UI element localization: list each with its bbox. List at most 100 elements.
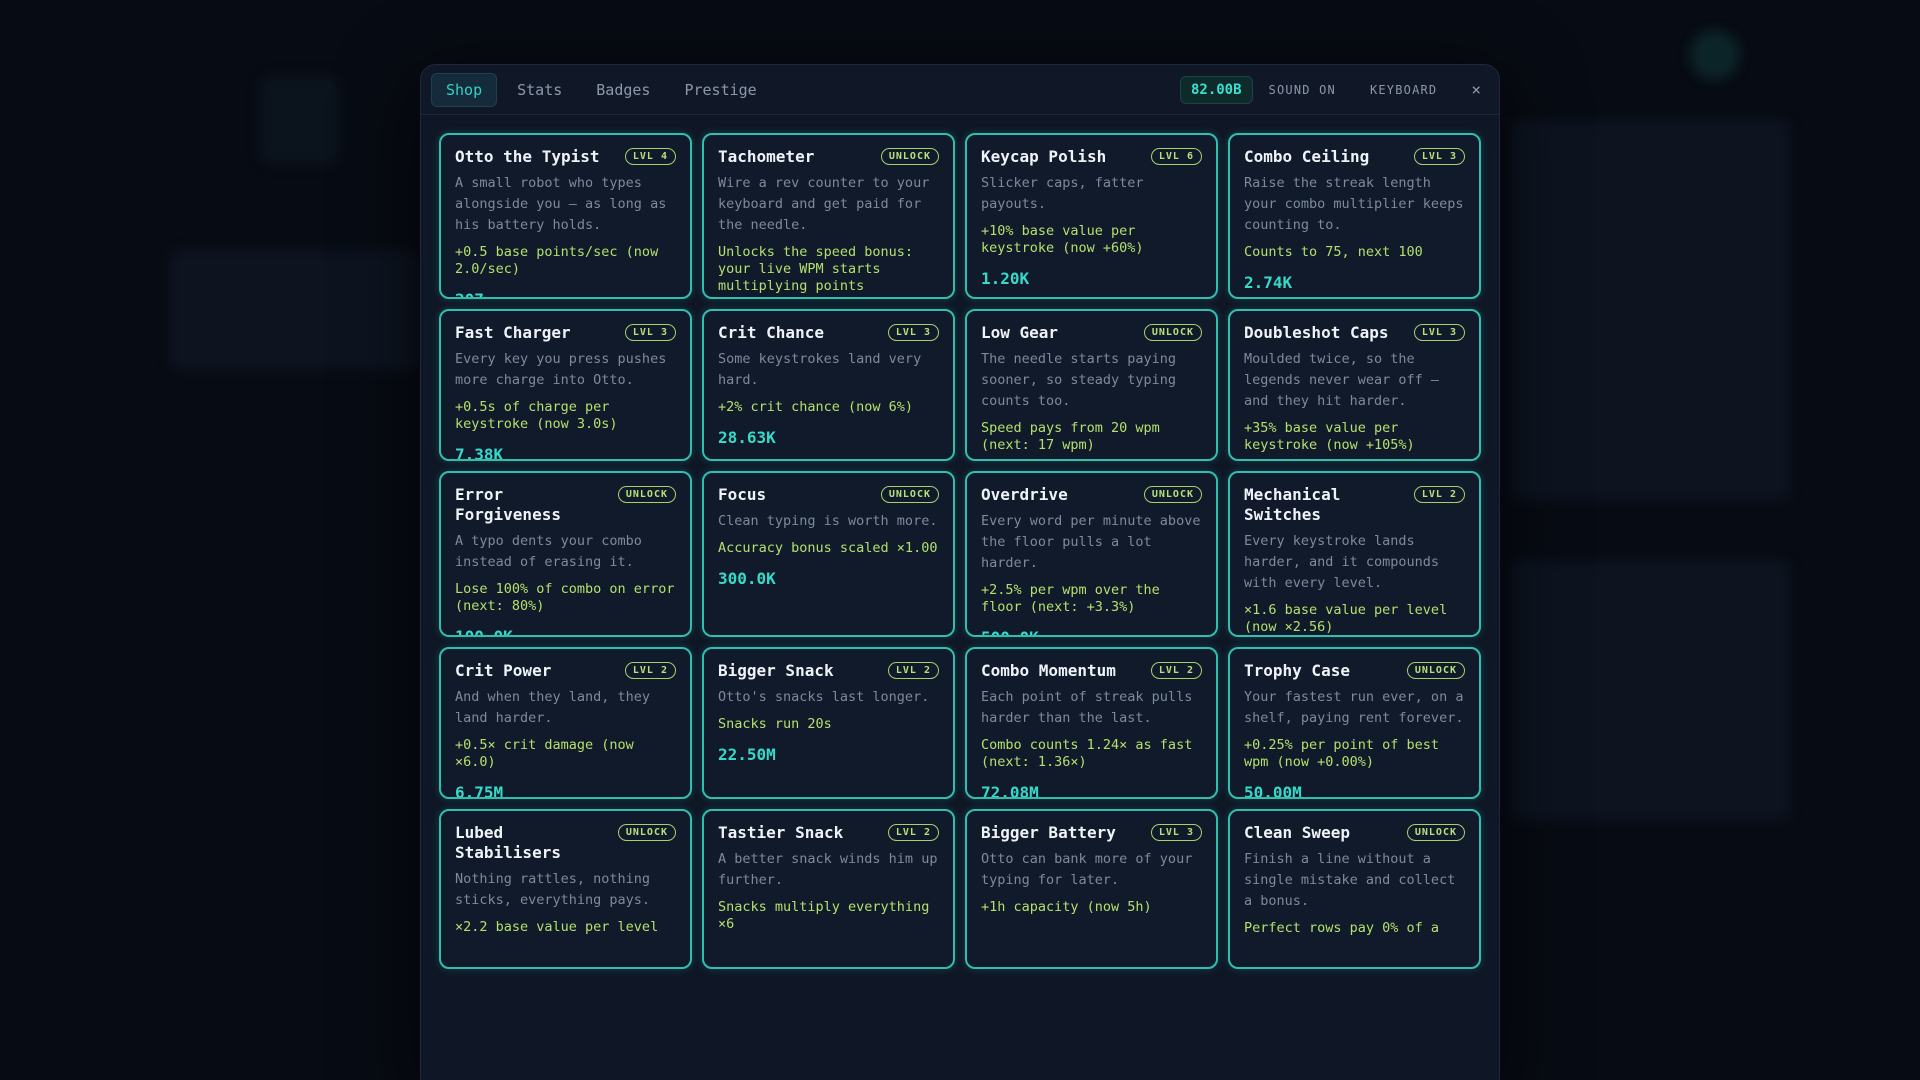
upgrade-name: Mechanical Switches [1244,485,1341,524]
upgrade-card[interactable]: Trophy Case UNLOCK Your fastest run ever… [1228,647,1481,799]
card-header: Error Forgiveness UNLOCK [455,485,676,525]
upgrade-description: Raise the streak length your combo multi… [1244,175,1464,233]
upgrade-card[interactable]: Bigger Snack LVL 2 Otto's snacks last lo… [702,647,955,799]
upgrade-card[interactable]: Tastier Snack LVL 2 A better snack winds… [702,809,955,969]
upgrade-description: Otto can bank more of your typing for la… [981,851,1193,888]
card-header: Fast Charger LVL 3 [455,323,676,343]
upgrade-name: Combo Momentum [981,661,1116,680]
level-badge: UNLOCK [1406,662,1465,679]
upgrade-price: 100.0K [455,627,513,637]
level-badge: LVL 3 [624,324,676,341]
upgrade-name: Trophy Case [1244,661,1350,680]
upgrade-description: And when they land, they land harder. [455,689,651,726]
card-header: Lubed Stabilisers UNLOCK [455,823,676,863]
upgrade-price: 7.38K [455,445,504,461]
keyboard-button[interactable]: KEYBOARD [1370,83,1437,97]
upgrade-card[interactable]: Crit Power LVL 2 And when they land, the… [439,647,692,799]
upgrade-effect: +2.5% per wpm over the floor (next: +3.3… [981,582,1160,615]
card-header: Low Gear UNLOCK [981,323,1202,343]
upgrade-price: 207 [455,290,676,297]
level-badge: UNLOCK [1143,324,1202,341]
bg-otto [260,75,340,165]
upgrade-card[interactable]: Low Gear UNLOCK The needle starts paying… [965,309,1218,461]
card-header: Tastier Snack LVL 2 [718,823,939,843]
upgrade-price: 50.00M [1244,783,1302,799]
bg-accent [1690,30,1740,80]
level-badge: LVL 3 [887,324,939,341]
upgrade-price: 300.0K [718,569,776,588]
upgrade-name: Crit Chance [718,323,824,342]
upgrade-effect: Counts to 75, next 100 [1244,244,1423,260]
upgrade-effect: +0.5× crit damage (now ×6.0) [455,737,634,770]
level-badge: LVL 2 [887,824,939,841]
upgrade-name: Crit Power [455,661,552,680]
upgrade-name: Combo Ceiling [1244,147,1370,166]
upgrade-effect: +0.5s of charge per keystroke (now 3.0s) [455,399,618,432]
level-badge: UNLOCK [880,148,939,165]
bg-panel-right [1510,120,1790,500]
upgrade-description: Every key you press pushes more charge i… [455,351,667,388]
level-badge: LVL 2 [887,662,939,679]
upgrade-effect: +0.25% per point of best wpm (now +0.00%… [1244,737,1440,770]
upgrade-price: 500.0K [981,628,1202,635]
upgrade-effect: Speed pays from 20 wpm (next: 17 wpm) [981,420,1160,453]
upgrade-name: Doubleshot Caps [1244,323,1389,342]
close-icon[interactable]: × [1471,80,1481,99]
card-header: Clean Sweep UNLOCK [1244,823,1465,843]
upgrade-name: Bigger Battery [981,823,1116,842]
card-header: Trophy Case UNLOCK [1244,661,1465,681]
upgrade-card[interactable]: Bigger Battery LVL 3 Otto can bank more … [965,809,1218,969]
sound-toggle-button[interactable]: SOUND ON [1269,83,1336,97]
card-header: Bigger Snack LVL 2 [718,661,939,681]
upgrade-effect: +2% crit chance (now 6%) [718,399,914,415]
upgrade-card[interactable]: Overdrive UNLOCK Every word per minute a… [965,471,1218,637]
upgrade-name: Lubed Stabilisers [455,823,561,862]
upgrade-card[interactable]: Otto the Typist LVL 4 A small robot who … [439,133,692,299]
upgrade-price: 28.63K [718,428,776,447]
upgrade-description: Nothing rattles, nothing sticks, everyth… [455,871,651,908]
tab-prestige[interactable]: Prestige [670,74,770,106]
card-header: Overdrive UNLOCK [981,485,1202,505]
shop-modal: Shop Stats Badges Prestige 82.00B SOUND … [420,64,1500,1080]
upgrade-card[interactable]: Mechanical Switches LVL 2 Every keystrok… [1228,471,1481,637]
upgrade-effect: ×2.2 base value per level [455,919,659,935]
card-header: Crit Chance LVL 3 [718,323,939,343]
upgrade-card[interactable]: Fast Charger LVL 3 Every key you press p… [439,309,692,461]
upgrade-card[interactable]: Doubleshot Caps LVL 3 Moulded twice, so … [1228,309,1481,461]
upgrade-description: Every word per minute above the floor pu… [981,513,1201,571]
shop-topbar: Shop Stats Badges Prestige 82.00B SOUND … [421,65,1499,115]
upgrade-description: Your fastest run ever, on a shelf, payin… [1244,689,1464,726]
tab-stats[interactable]: Stats [503,74,576,106]
upgrade-card[interactable]: Lubed Stabilisers UNLOCK Nothing rattles… [439,809,692,969]
card-header: Mechanical Switches LVL 2 [1244,485,1465,525]
level-badge: UNLOCK [880,486,939,503]
level-badge: LVL 4 [624,148,676,165]
upgrade-description: Wire a rev counter to your keyboard and … [718,175,930,233]
upgrade-card[interactable]: Clean Sweep UNLOCK Finish a line without… [1228,809,1481,969]
upgrade-card[interactable]: Keycap Polish LVL 6 Slicker caps, fatter… [965,133,1218,299]
card-header: Combo Ceiling LVL 3 [1244,147,1465,167]
upgrade-card[interactable]: Crit Chance LVL 3 Some keystrokes land v… [702,309,955,461]
level-badge: UNLOCK [1406,824,1465,841]
card-header: Crit Power LVL 2 [455,661,676,681]
tab-badges[interactable]: Badges [582,74,664,106]
upgrade-card[interactable]: Tachometer UNLOCK Wire a rev counter to … [702,133,955,299]
upgrade-grid: Otto the Typist LVL 4 A small robot who … [439,133,1481,969]
card-header: Bigger Battery LVL 3 [981,823,1202,843]
upgrade-card[interactable]: Combo Momentum LVL 2 Each point of strea… [965,647,1218,799]
tab-shop[interactable]: Shop [431,72,498,107]
upgrade-price: 72.08M [981,783,1039,799]
card-header: Combo Momentum LVL 2 [981,661,1202,681]
upgrade-card[interactable]: Focus UNLOCK Clean typing is worth more.… [702,471,955,637]
upgrade-effect: Snacks multiply everything ×6 [718,899,930,932]
coin-balance: 82.00B [1179,75,1253,104]
upgrade-effect: ×1.6 base value per level (now ×2.56) [1244,602,1448,635]
upgrade-description: A typo dents your combo instead of erasi… [455,533,642,570]
upgrade-effect: Accuracy bonus scaled ×1.00 [718,540,938,556]
upgrade-card[interactable]: Combo Ceiling LVL 3 Raise the streak len… [1228,133,1481,299]
upgrade-effect: +0.5 base points/sec (now 2.0/sec) [455,244,659,277]
upgrade-card[interactable]: Error Forgiveness UNLOCK A typo dents yo… [439,471,692,637]
upgrade-name: Error Forgiveness [455,485,561,524]
upgrade-name: Clean Sweep [1244,823,1350,842]
upgrade-price: 22.50M [718,745,776,764]
